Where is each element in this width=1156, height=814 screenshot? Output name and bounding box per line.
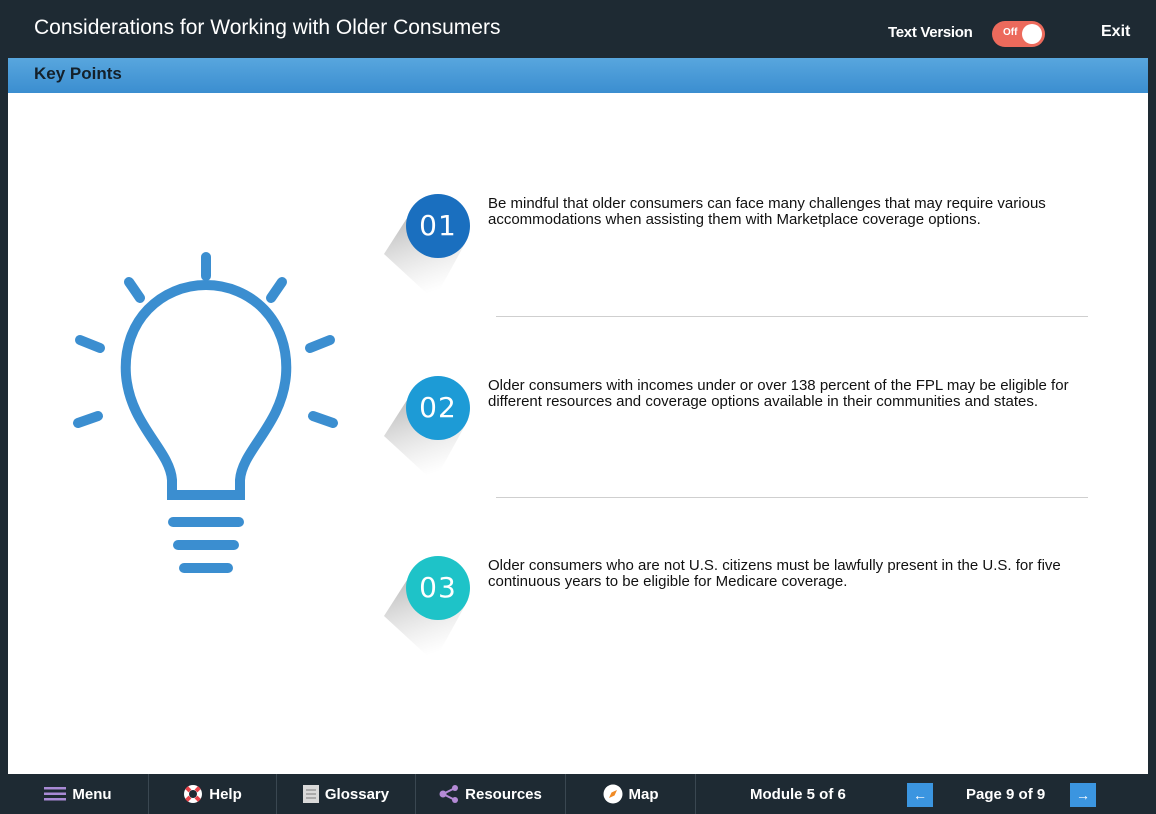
key-point-text: Older consumers with incomes under or ov… (488, 377, 1069, 410)
page-indicator: Page 9 of 9 (966, 786, 1046, 803)
menu-label: Menu (72, 785, 112, 803)
text-version-label: Text Version (888, 24, 973, 41)
badge-03: 03 (380, 554, 480, 664)
text-version-toggle[interactable]: Off (992, 21, 1045, 47)
badge-number: 02 (406, 376, 470, 440)
glossary-icon (302, 785, 319, 803)
toggle-knob (1022, 24, 1042, 44)
exit-button[interactable]: Exit (1101, 23, 1130, 41)
divider (496, 316, 1088, 317)
lifebuoy-icon (183, 784, 203, 804)
map-button[interactable]: Map (566, 774, 696, 814)
top-bar: Considerations for Working with Older Co… (8, 2, 1148, 58)
key-point-text: Be mindful that older consumers can face… (488, 195, 1046, 228)
compass-icon (603, 784, 623, 804)
section-title: Key Points (34, 64, 122, 83)
key-point-text: Older consumers who are not U.S. citizen… (488, 557, 1061, 590)
resources-label: Resources (465, 785, 542, 803)
next-page-button[interactable]: → (1070, 783, 1096, 807)
help-button[interactable]: Help (149, 774, 277, 814)
glossary-button[interactable]: Glossary (277, 774, 416, 814)
menu-button[interactable]: Menu (8, 774, 149, 814)
badge-02: 02 (380, 374, 480, 484)
lightbulb-icon (73, 252, 338, 573)
arrow-left-icon: ← (913, 787, 927, 803)
module-indicator: Module 5 of 6 (750, 786, 846, 803)
badge-number: 01 (406, 194, 470, 258)
divider (496, 497, 1088, 498)
arrow-right-icon: → (1076, 787, 1090, 803)
share-icon (439, 785, 459, 803)
badge-number: 03 (406, 556, 470, 620)
page-title: Considerations for Working with Older Co… (34, 16, 501, 39)
map-label: Map (628, 785, 659, 803)
bottom-nav-bar: Menu Help Glossary Resources Map Module … (8, 774, 1148, 814)
resources-button[interactable]: Resources (416, 774, 566, 814)
section-bar: Key Points (8, 58, 1148, 93)
toggle-state-label: Off (1003, 27, 1018, 38)
help-label: Help (209, 785, 242, 803)
badge-01: 01 (380, 192, 480, 302)
menu-icon (44, 787, 67, 801)
previous-page-button[interactable]: ← (907, 783, 933, 807)
glossary-label: Glossary (324, 785, 390, 803)
